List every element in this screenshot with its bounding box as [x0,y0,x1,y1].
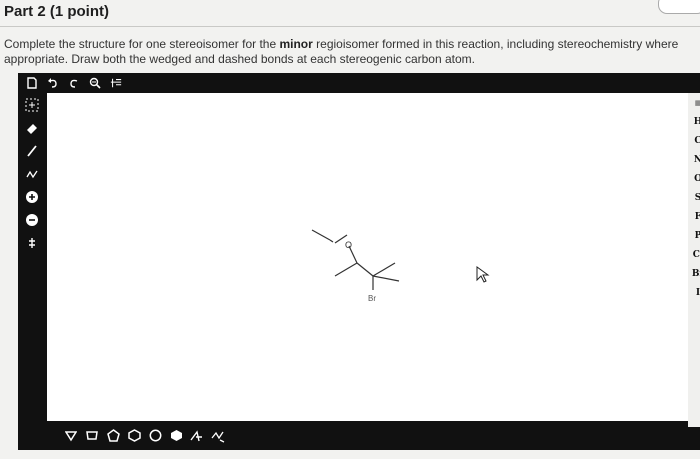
action-pill-button[interactable] [658,0,700,14]
molecule-drawing[interactable]: O Br [47,93,688,421]
bond-chain-right [372,275,400,282]
atom-cl-button[interactable]: Cl [693,249,700,261]
atom-n-button[interactable]: N [694,154,700,166]
atom-s-button[interactable]: S [695,192,700,204]
template-icon[interactable] [190,429,204,443]
chain-tool-icon[interactable] [211,429,225,443]
bond-chain-up [372,262,396,277]
zoom-icon[interactable] [89,77,101,89]
heptagon-icon[interactable] [148,429,162,443]
part-title: Part 2 (1 point) [4,3,110,20]
bond-chain-center [356,262,374,277]
hexagon-icon[interactable] [127,429,141,443]
benzene-icon[interactable] [169,429,183,443]
eraser-icon[interactable] [24,120,40,136]
editor-left-toolbar [18,93,46,427]
bond-chain-left [334,262,358,277]
negative-charge-icon[interactable] [24,212,40,228]
bond-carbon-to-oxygen [329,239,334,243]
mouse-cursor-icon [476,266,490,283]
atom-h-button[interactable]: H [694,116,700,128]
question-text: Complete the structure for one stereoiso… [4,37,694,67]
header-divider [0,26,700,27]
grid-icon[interactable] [110,77,122,89]
bromine-label: Br [368,294,376,303]
lone-pair-icon[interactable] [24,235,40,251]
atom-f-button[interactable]: F [695,211,700,223]
editor-bottom-toolbar [18,421,700,450]
atom-c-button[interactable]: C [694,135,700,147]
question-emphasis: minor [279,37,313,51]
atom-i-button[interactable]: I [696,287,700,299]
undo-icon[interactable] [47,77,59,89]
new-document-icon[interactable] [26,77,38,89]
triangle-icon[interactable] [64,429,78,443]
single-bond-icon[interactable] [24,143,40,159]
structure-editor: O Br ▦ H C N O S F P Cl Br I [18,73,700,450]
periodic-table-icon[interactable]: ▦ [695,97,700,109]
redo-icon[interactable] [68,77,80,89]
select-icon[interactable] [24,97,40,113]
drawing-canvas[interactable]: O Br [47,93,688,421]
square-ring-icon[interactable] [85,429,99,443]
editor-top-toolbar [18,73,700,93]
atom-p-button[interactable]: P [695,230,700,242]
atom-toolbar: ▦ H C N O S F P Cl Br I [688,93,700,427]
chain-icon[interactable] [24,166,40,182]
question-text-start: Complete the structure for one stereoiso… [4,37,280,51]
bond-methyl-to-carbon [311,229,331,241]
oxygen-label: O [345,240,352,250]
atom-o-button[interactable]: O [694,173,700,185]
positive-charge-icon[interactable] [24,189,40,205]
atom-br-button[interactable]: Br [692,268,700,280]
pentagon-icon[interactable] [106,429,120,443]
